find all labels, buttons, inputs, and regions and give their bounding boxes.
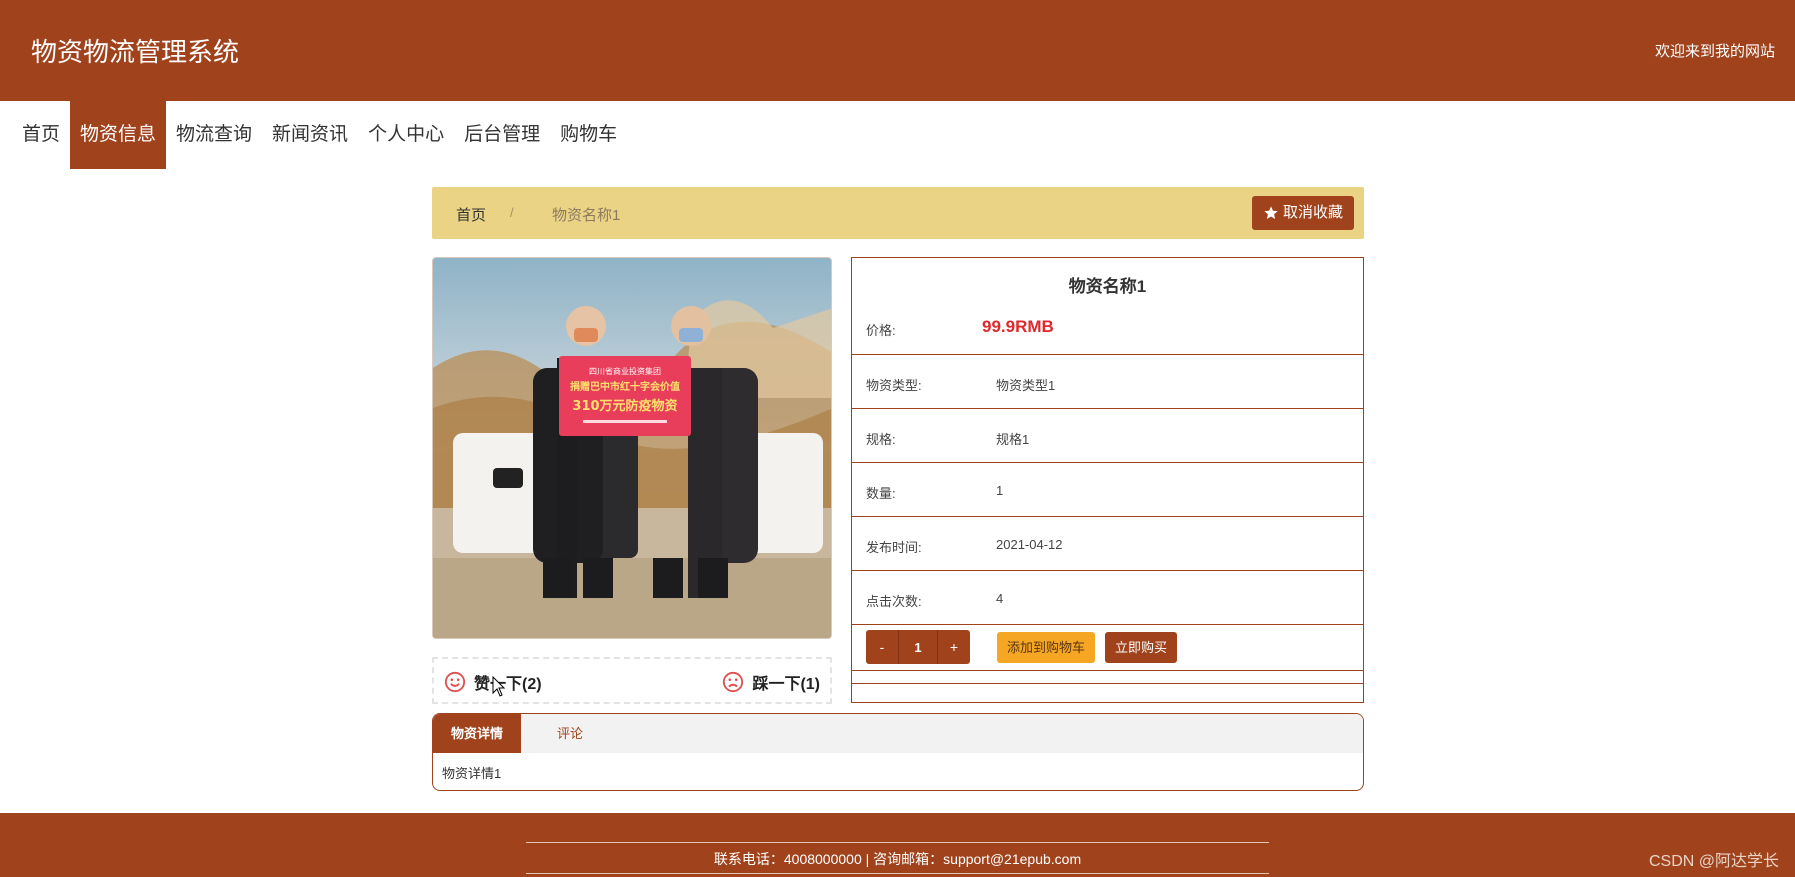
banner-line-3: 310万元防疫物资 (572, 398, 677, 414)
tabs-header: 物资详情 评论 (433, 714, 1363, 753)
breadcrumb-home-link[interactable]: 首页 (456, 204, 486, 225)
tab-comments[interactable]: 评论 (521, 714, 619, 753)
unfavorite-button[interactable]: 取消收藏 (1251, 196, 1354, 230)
empty-row (852, 671, 1363, 684)
nav-item-admin[interactable]: 后台管理 (454, 101, 550, 169)
footer-contact: 联系电话：4008000000 | 咨询邮箱：support@21epub.co… (713, 851, 1082, 867)
quantity-plus-button[interactable]: + (938, 630, 970, 664)
welcome-text: 欢迎来到我的网站 (1654, 43, 1775, 60)
quantity-input[interactable] (898, 630, 938, 664)
site-footer: 联系电话：4008000000 | 咨询邮箱：support@21epub.co… (0, 813, 1795, 877)
detail-label: 发布时间: (866, 540, 922, 555)
footer-divider (526, 842, 1269, 843)
detail-value: 物资类型1 (996, 378, 1056, 393)
quantity-stepper: - + (866, 630, 970, 664)
detail-row: 物资类型: 物资类型1 (852, 355, 1363, 409)
site-title: 物资物流管理系统 (31, 37, 240, 67)
detail-row: 点击次数: 4 (852, 571, 1363, 625)
banner-line-2: 捐赠巴中市红十字会价值 (570, 380, 680, 393)
price-value: 99.9RMB (982, 317, 1054, 336)
detail-value: 4 (996, 591, 1004, 606)
product-details: 物资名称1 价格: 99.9RMB 物资类型: 物资类型1 规格: 规格1 数量… (851, 257, 1364, 703)
frown-icon (723, 671, 744, 693)
breadcrumb-current: 物资名称1 (552, 207, 621, 224)
smile-icon (444, 671, 466, 693)
dislike-label: 踩一下(1) (752, 676, 820, 693)
product-photo: 四川省商业投资集团 捐赠巴中市红十字会价值 310万元防疫物资 (433, 258, 831, 638)
detail-tabs: 物资详情 评论 物资详情1 (432, 713, 1364, 791)
mouse-cursor-icon (492, 676, 506, 697)
site-header: 物资物流管理系统 欢迎来到我的网站 (0, 0, 1795, 101)
quantity-minus-button[interactable]: - (866, 630, 898, 664)
tab-content: 物资详情1 (442, 766, 502, 781)
like-label: 赞一下(2) (474, 676, 542, 693)
star-icon (1264, 206, 1278, 219)
title-price-row: 物资名称1 价格: 99.9RMB (852, 258, 1363, 355)
detail-value: 1 (996, 483, 1004, 498)
detail-row: 发布时间: 2021-04-12 (852, 517, 1363, 571)
tab-details[interactable]: 物资详情 (433, 714, 522, 753)
banner-line-1: 四川省商业投资集团 (589, 366, 661, 376)
footer-divider (526, 873, 1269, 874)
detail-value: 2021-04-12 (996, 537, 1063, 552)
buy-now-button[interactable]: 立即购买 (1105, 632, 1178, 663)
detail-label: 数量: (866, 486, 896, 501)
cart-actions-row: - + 添加到购物车 立即购买 (852, 625, 1363, 671)
product-title: 物资名称1 (1068, 277, 1147, 296)
detail-label: 规格: (866, 432, 896, 447)
nav-item-home[interactable]: 首页 (12, 101, 70, 169)
detail-label: 点击次数: (866, 594, 922, 609)
product-image: 四川省商业投资集团 捐赠巴中市红十字会价值 310万元防疫物资 (432, 257, 832, 639)
nav-item-profile[interactable]: 个人中心 (358, 101, 454, 169)
dislike-button[interactable]: 踩一下(1) (722, 670, 820, 694)
price-label: 价格: (866, 323, 896, 338)
add-to-cart-button[interactable]: 添加到购物车 (997, 632, 1096, 663)
detail-row: 规格: 规格1 (852, 409, 1363, 463)
main-nav: 首页 物资信息 物流查询 新闻资讯 个人中心 后台管理 购物车 (12, 101, 627, 169)
detail-value: 规格1 (996, 432, 1030, 447)
nav-item-materials[interactable]: 物资信息 (70, 101, 167, 169)
breadcrumb: 首页 / 物资名称1 取消收藏 (432, 187, 1364, 239)
unfavorite-label: 取消收藏 (1282, 204, 1343, 221)
nav-item-cart[interactable]: 购物车 (550, 101, 627, 169)
breadcrumb-separator: / (510, 205, 514, 220)
detail-label: 物资类型: (866, 378, 922, 393)
nav-item-logistics[interactable]: 物流查询 (166, 101, 262, 169)
nav-item-news[interactable]: 新闻资讯 (262, 101, 358, 169)
watermark: CSDN @阿达学长 (1648, 853, 1779, 870)
detail-row: 数量: 1 (852, 463, 1363, 517)
